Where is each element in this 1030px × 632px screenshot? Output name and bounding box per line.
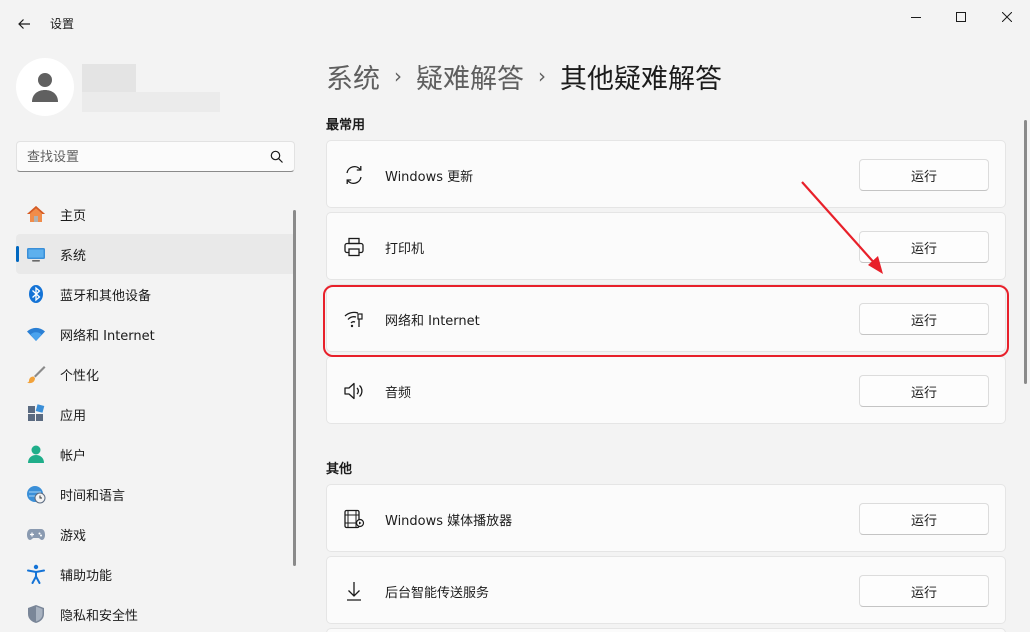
troubleshooter-windows-update: Windows 更新 运行 [326,140,1006,208]
shield-icon [26,604,46,624]
paintbrush-icon [26,364,46,384]
card-label: 后台智能传送服务 [385,586,490,601]
close-icon [1002,12,1012,22]
sidebar-item-label: 隐私和安全性 [60,609,139,624]
sidebar-item-label: 游戏 [60,529,87,544]
minimize-button[interactable] [901,6,931,28]
account-icon [26,444,46,464]
page-title: 其他疑难解答 [560,63,722,95]
app-title: 设置 [50,17,75,31]
main-scrollbar[interactable] [1024,120,1027,384]
section-title-frequent: 最常用 [326,118,366,133]
globe-clock-icon [26,484,46,504]
annotation-arrow-icon [801,181,883,274]
troubleshooter-next-partial [326,628,1006,632]
title-bar: 设置 [0,0,1030,48]
accessibility-icon [26,564,46,584]
sidebar-item-privacy[interactable]: 隐私和安全性 [16,594,296,632]
wifi-icon [26,324,46,344]
sidebar-item-label: 蓝牙和其他设备 [60,289,152,304]
person-icon [32,73,58,102]
card-label: 音频 [385,386,412,401]
back-arrow-icon [18,19,30,29]
sidebar-item-system[interactable]: 系统 [16,234,296,274]
sidebar-item-label: 时间和语言 [60,489,126,504]
media-player-icon [343,508,365,530]
breadcrumb: 系统 › 疑难解答 › 其他疑难解答 [326,56,722,96]
breadcrumb-separator: › [538,64,546,88]
sync-icon [343,164,365,186]
sidebar-item-bluetooth[interactable]: 蓝牙和其他设备 [16,274,296,314]
speaker-icon [343,380,365,402]
sidebar-item-label: 主页 [60,209,87,224]
sidebar-item-label: 辅助功能 [60,569,113,584]
sidebar-item-personalization[interactable]: 个性化 [16,354,296,394]
breadcrumb-system[interactable]: 系统 [326,57,380,96]
section-title-other: 其他 [326,462,353,477]
sidebar-item-label: 网络和 Internet [60,329,155,344]
sidebar-item-accounts[interactable]: 帐户 [16,434,296,474]
redacted-username [82,64,136,92]
troubleshooter-audio: 音频 运行 [326,356,1006,424]
sidebar-item-label: 系统 [60,249,87,264]
system-display-icon [26,244,46,264]
run-button[interactable]: 运行 [859,575,989,607]
run-button[interactable]: 运行 [859,503,989,535]
active-indicator [16,246,19,262]
search-input[interactable] [27,148,257,166]
run-button[interactable]: 运行 [859,375,989,407]
close-button[interactable] [992,6,1022,28]
maximize-icon [956,12,966,22]
minimize-icon [911,17,921,18]
sidebar-nav: 主页 系统 蓝牙和其他设备 网络和 Internet 个性化 应用 帐户 时间和… [16,194,296,632]
avatar [16,58,74,116]
back-button[interactable] [12,12,36,36]
bluetooth-icon [26,284,46,304]
card-label: Windows 更新 [385,170,474,185]
sidebar-item-gaming[interactable]: 游戏 [16,514,296,554]
sidebar-item-apps[interactable]: 应用 [16,394,296,434]
sidebar-item-time-language[interactable]: 时间和语言 [16,474,296,514]
sidebar-item-network[interactable]: 网络和 Internet [16,314,296,354]
troubleshooter-printer: 打印机 运行 [326,212,1006,280]
search-icon[interactable] [270,150,284,164]
annotation-highlight-box [323,285,1009,357]
user-profile[interactable] [16,56,296,118]
gamepad-icon [26,524,46,544]
apps-icon [26,404,46,424]
sidebar-scrollbar[interactable] [293,210,296,566]
home-icon [26,204,46,224]
maximize-button[interactable] [946,6,976,28]
sidebar-item-accessibility[interactable]: 辅助功能 [16,554,296,594]
card-label: 打印机 [385,242,425,257]
card-label: Windows 媒体播放器 [385,514,513,529]
breadcrumb-troubleshoot[interactable]: 疑难解答 [416,57,524,96]
printer-icon [343,236,365,258]
redacted-email [82,92,220,112]
troubleshooter-media-player: Windows 媒体播放器 运行 [326,484,1006,552]
search-box[interactable] [16,141,295,172]
troubleshooter-bits: 后台智能传送服务 运行 [326,556,1006,624]
download-arrow-icon [343,580,365,602]
sidebar-item-label: 应用 [60,409,87,424]
sidebar-item-label: 帐户 [60,449,87,464]
sidebar-item-label: 个性化 [60,369,100,384]
breadcrumb-separator: › [394,64,402,88]
sidebar-item-home[interactable]: 主页 [16,194,296,234]
